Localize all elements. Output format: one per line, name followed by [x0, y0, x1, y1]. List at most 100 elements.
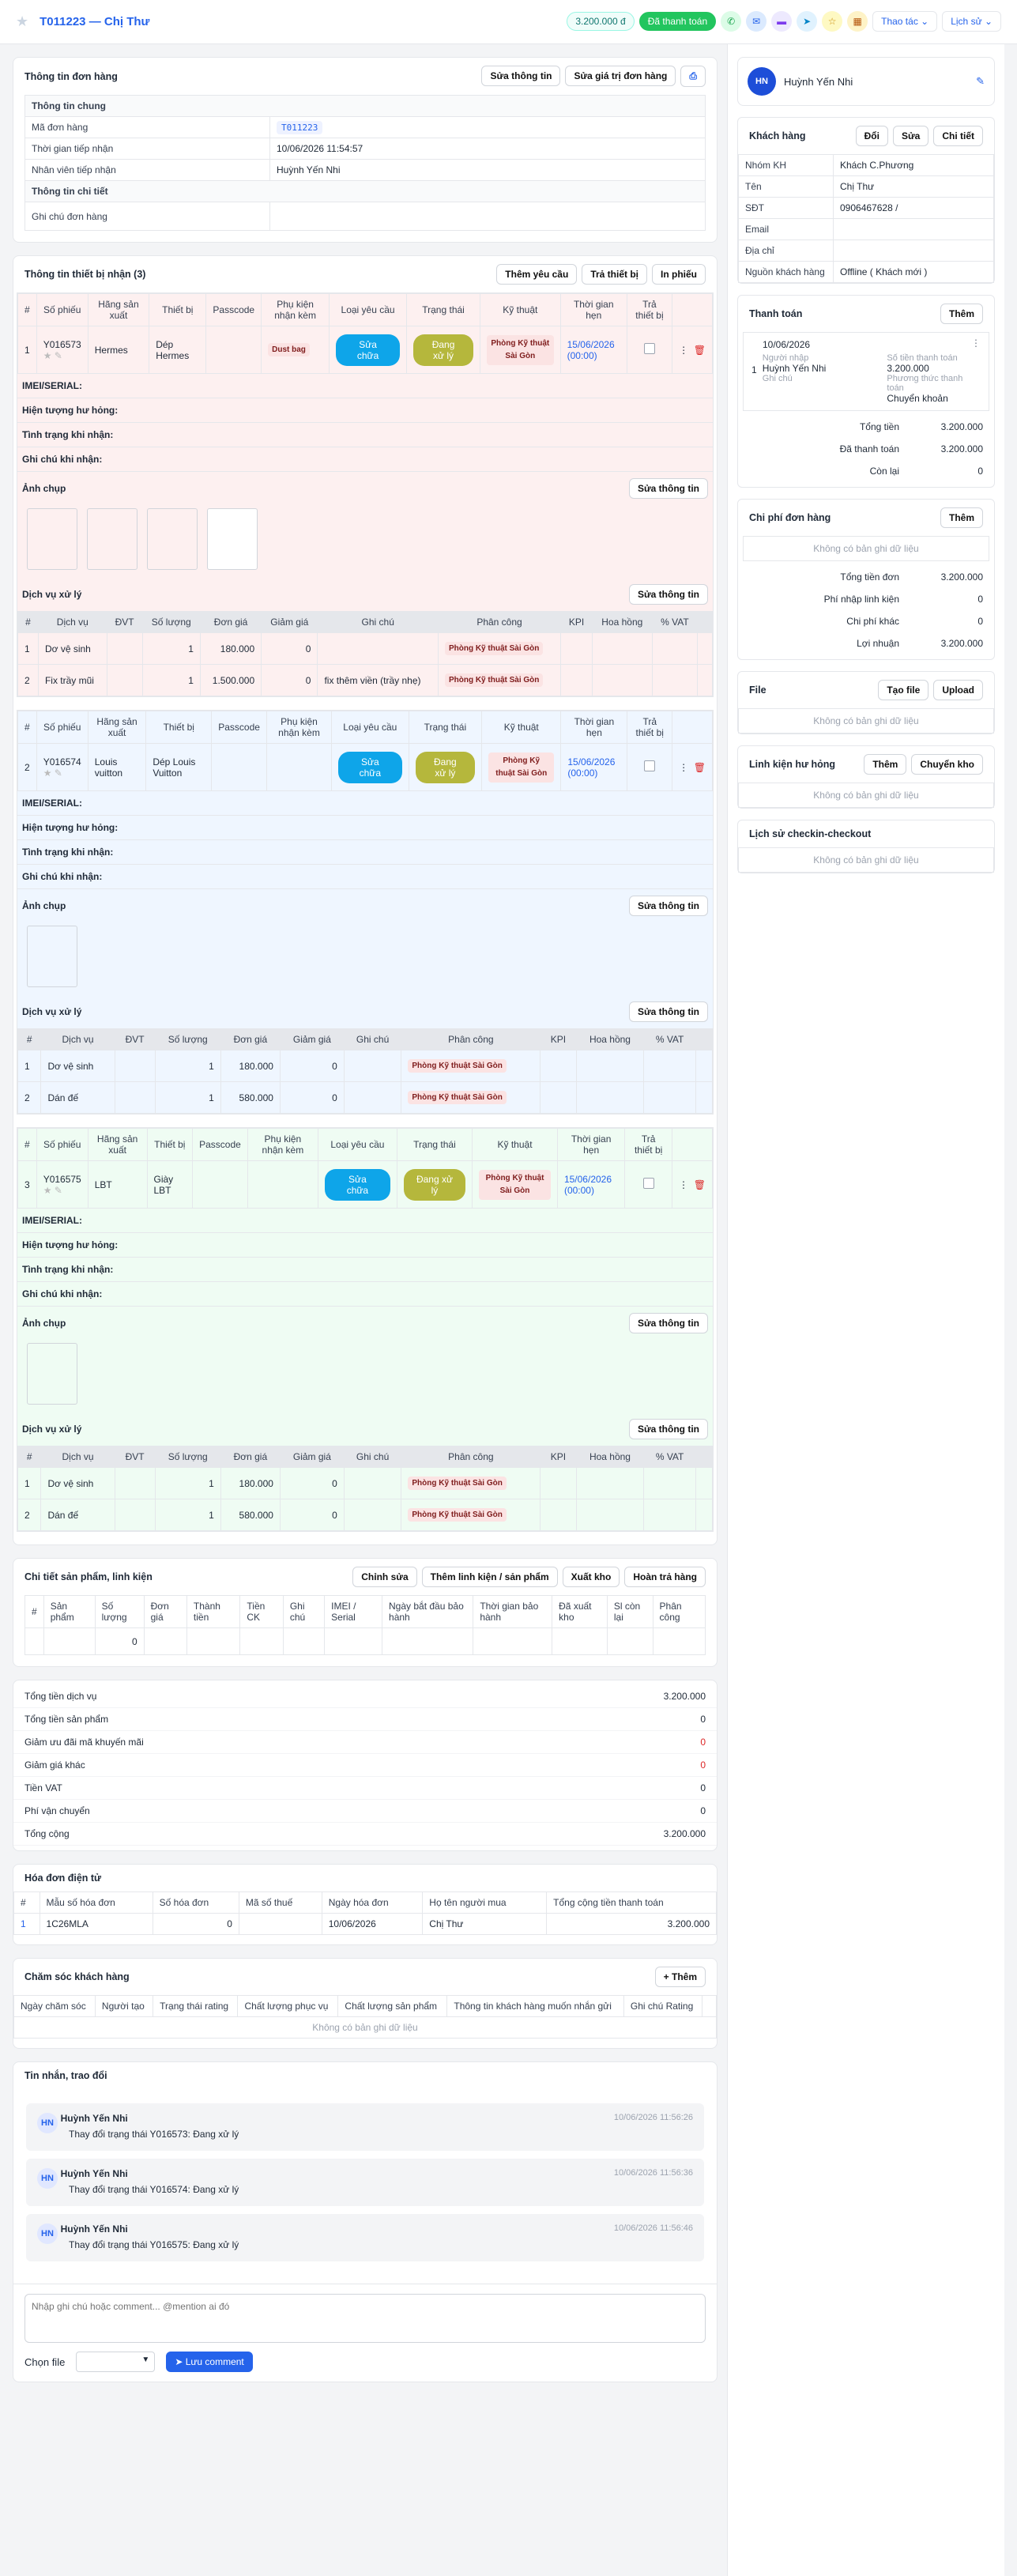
device-col-header: Kỹ thuật	[472, 1128, 558, 1161]
comment-input[interactable]	[24, 2294, 706, 2343]
device-field-label: IMEI/SERIAL:	[17, 791, 713, 816]
add-payment-button[interactable]: Thêm	[940, 304, 983, 324]
print-icon[interactable]: ⎙	[680, 66, 706, 87]
edit-services-button[interactable]: Sửa thông tin	[628, 1419, 708, 1439]
rating-icon: ★ ✎	[43, 349, 62, 361]
photo-thumbnail[interactable]	[27, 926, 77, 987]
photo-thumbnail[interactable]	[27, 1343, 77, 1405]
messages-card: Tin nhắn, trao đổi HN Huỳnh Yến Nhi 10/06…	[13, 2061, 718, 2382]
file-select[interactable]: ▼	[76, 2352, 156, 2372]
upload-button[interactable]: Upload	[933, 680, 983, 700]
service-col-header: ĐVT	[114, 1446, 156, 1468]
invoice-col-header: Số hóa đơn	[152, 1891, 239, 1914]
device-col-header: Trả thiết bị	[624, 1128, 672, 1161]
avatar: HN	[37, 2113, 58, 2133]
device-col-header: Thiết bị	[145, 711, 213, 744]
return-checkbox[interactable]	[643, 343, 655, 354]
invoice-col-header: Mẫu số hóa đơn	[39, 1891, 153, 1914]
invoice-col-header: Tổng cộng tiền thanh toán	[546, 1891, 717, 1914]
history-dropdown[interactable]: Lịch sử ⌄	[942, 11, 1001, 32]
create-file-button[interactable]: Tạo file	[878, 680, 929, 700]
more-icon[interactable]: ⋮	[679, 762, 688, 773]
edit-photos-button[interactable]: Sửa thông tin	[628, 478, 708, 499]
device-name: Dép Hermes	[149, 326, 207, 374]
edit-services-button[interactable]: Sửa thông tin	[628, 584, 708, 605]
star-icon[interactable]: ★	[16, 13, 28, 30]
return-checkbox[interactable]	[642, 1178, 654, 1189]
calendar-icon[interactable]: ▦	[847, 11, 868, 32]
transfer-button[interactable]: Chuyển kho	[911, 754, 983, 775]
request-type-button[interactable]: Sửa chữa	[336, 334, 401, 366]
edit-customer-button[interactable]: Sửa	[892, 126, 929, 146]
mail-icon[interactable]: ✉	[746, 11, 767, 32]
service-col-header: #	[17, 1446, 42, 1468]
accessory: Dust bag	[261, 326, 330, 374]
edit-value-button[interactable]: Sửa giá trị đơn hàng	[565, 66, 676, 86]
trash-icon[interactable]: 🗑	[694, 1179, 706, 1190]
status-button[interactable]: Đang xử lý	[415, 751, 476, 783]
more-icon[interactable]: ⋮	[679, 1179, 688, 1190]
device-field-label: Hiện tượng hư hỏng:	[17, 1233, 713, 1258]
add-parts-button[interactable]: Thêm linh kiện / sản phẩm	[421, 1567, 558, 1587]
message-item: HN Huỳnh Yến Nhi 10/06/2026 11:56:26 Thay …	[26, 2103, 704, 2151]
edit-photos-button[interactable]: Sửa thông tin	[628, 1313, 708, 1333]
more-icon[interactable]: ⋮	[679, 345, 688, 356]
more-icon[interactable]: ⋮	[971, 338, 981, 349]
trash-icon[interactable]: 🗑	[694, 345, 706, 356]
return-device-button[interactable]: Trả thiết bị	[582, 264, 647, 285]
change-customer-button[interactable]: Đổi	[855, 126, 888, 146]
photo-thumbnail[interactable]	[87, 508, 137, 570]
add-care-button[interactable]: + Thêm	[654, 1967, 706, 1987]
edit-photos-button[interactable]: Sửa thông tin	[628, 896, 708, 916]
print-ticket-button[interactable]: In phiếu	[652, 264, 706, 285]
phone-icon[interactable]: ✆	[721, 11, 742, 32]
photo-thumbnail[interactable]	[207, 508, 258, 570]
appointment-date[interactable]: 15/06/2026 (00:00)	[559, 326, 627, 374]
device-field-label: Hiện tượng hư hỏng:	[17, 398, 713, 423]
edit-icon[interactable]: ✎	[976, 75, 985, 88]
photos-label: Ảnh chụp	[22, 1318, 66, 1329]
add-request-button[interactable]: Thêm yêu cầu	[496, 264, 578, 285]
export-stock-button[interactable]: Xuất kho	[562, 1567, 620, 1587]
return-goods-button[interactable]: Hoàn trả hàng	[624, 1567, 706, 1587]
edit-services-button[interactable]: Sửa thông tin	[628, 1001, 708, 1022]
request-type-button[interactable]: Sửa chữa	[338, 751, 402, 783]
add-cost-button[interactable]: Thêm	[940, 507, 983, 528]
add-part-button[interactable]: Thêm	[864, 754, 907, 775]
general-section: Thông tin chung	[24, 95, 706, 117]
appointment-date[interactable]: 15/06/2026 (00:00)	[556, 1160, 626, 1209]
page-title: T011223 — Chị Thư	[40, 15, 150, 28]
favorite-icon[interactable]: ☆	[822, 11, 843, 32]
service-row: 2 Dán đế 1 580.000 0 Phòng Kỹ thuật Sài Gòn	[17, 1499, 714, 1531]
device-col-header: Trạng thái	[408, 711, 483, 744]
device-index: 2	[17, 743, 37, 791]
edit-products-button[interactable]: Chỉnh sửa	[352, 1567, 417, 1587]
send-icon[interactable]: ➤	[797, 11, 818, 32]
service-col-header: Giảm giá	[279, 1446, 345, 1468]
trash-icon[interactable]: 🗑	[694, 762, 706, 773]
services-label: Dịch vụ xử lý	[22, 589, 82, 600]
photo-thumbnail[interactable]	[27, 508, 77, 570]
chat-icon[interactable]: ▬	[771, 11, 793, 32]
customer-detail-button[interactable]: Chi tiết	[933, 126, 983, 146]
invoice-table: # Mẫu số hóa đơn Số hóa đơn Mã số thuế Ngày …	[13, 1891, 717, 1935]
edit-info-button[interactable]: Sửa thông tin	[481, 66, 561, 86]
return-checkbox[interactable]	[644, 760, 656, 771]
status-button[interactable]: Đang xử lý	[403, 1168, 466, 1201]
ticket-number[interactable]: Y016575 ★ ✎	[36, 1160, 89, 1209]
device-col-header: Phụ kiện nhận kèm	[261, 293, 330, 326]
rating-icon: ★ ✎	[43, 767, 62, 779]
status-button[interactable]: Đang xử lý	[413, 334, 474, 366]
device-index: 1	[17, 326, 37, 374]
request-type-button[interactable]: Sửa chữa	[324, 1168, 390, 1201]
service-col-header: Đơn giá	[220, 1028, 281, 1050]
ticket-number[interactable]: Y016573 ★ ✎	[36, 326, 89, 374]
appointment-date[interactable]: 15/06/2026 (00:00)	[560, 743, 628, 791]
invoice-card: Hóa đơn điện tử # Mẫu số hóa đơn Số hóa đơ…	[13, 1864, 718, 1945]
save-comment-button[interactable]: ➤ Lưu comment	[166, 2352, 253, 2372]
ticket-number[interactable]: Y016574 ★ ✎	[36, 743, 89, 791]
actions-dropdown[interactable]: Thao tác ⌄	[872, 11, 938, 32]
photo-thumbnail[interactable]	[147, 508, 198, 570]
summary-row: Giảm giá khác 0	[13, 1754, 717, 1777]
invoice-title: Hóa đơn điện tử	[24, 1873, 102, 1884]
